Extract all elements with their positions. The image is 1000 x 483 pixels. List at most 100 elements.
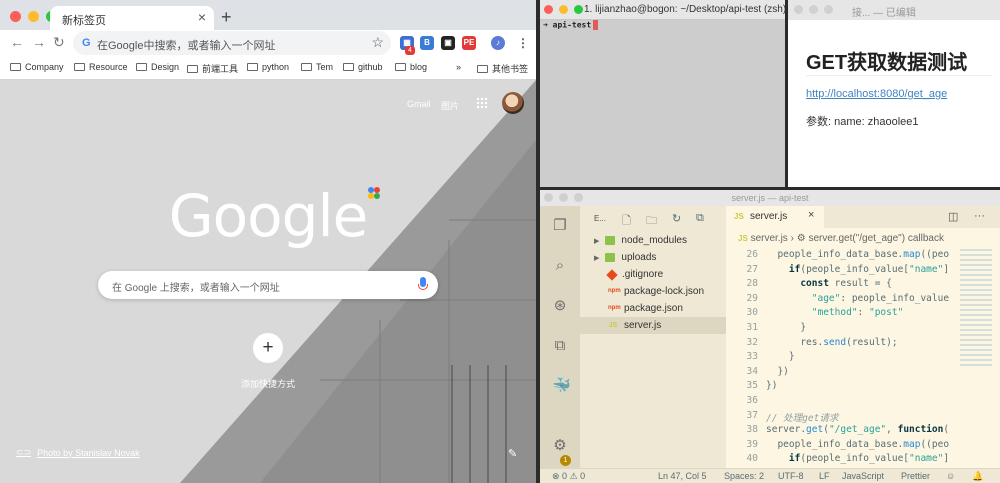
smiley-feedback-icon[interactable]: ☺ [946, 471, 955, 481]
minimap[interactable] [960, 249, 992, 369]
microphone-icon[interactable] [418, 277, 428, 290]
add-shortcut-button[interactable]: + [253, 333, 283, 363]
bookmark-folder[interactable]: 前端工具 [187, 62, 238, 75]
preview-titlebar: 接... — 已编辑 [788, 0, 1000, 20]
file-name: package-lock.json [624, 286, 705, 297]
gmail-link[interactable]: Gmail [407, 99, 431, 109]
code-editor[interactable]: 26 people_info_data_base.map((peo 27 if(p… [726, 249, 1000, 468]
customize-pencil-icon[interactable]: ✎ [508, 447, 517, 460]
bookmark-folder[interactable]: Company [10, 62, 64, 72]
breadcrumb-file[interactable]: server.js [751, 233, 788, 244]
zoom-window-button[interactable] [824, 5, 833, 14]
folder-icon [136, 63, 147, 71]
tab-close-icon[interactable]: × [198, 9, 206, 25]
code-line: 32 res.send(result); [726, 337, 1000, 351]
zoom-window-button[interactable] [574, 5, 583, 14]
bookmark-folder[interactable]: Resource [74, 62, 128, 72]
bookmark-label: github [358, 62, 383, 72]
images-link[interactable]: 图片 [441, 99, 459, 112]
bookmark-folder[interactable]: python [247, 62, 289, 72]
folder-icon [187, 64, 198, 73]
file-tree-item-selected[interactable]: JS server.js [580, 317, 726, 334]
google-search-input[interactable]: 在 Google 上搜索，或者输入一个网址 [98, 271, 438, 299]
bookmark-folder[interactable]: Tem [301, 62, 333, 72]
bookmark-folder[interactable]: github [343, 62, 383, 72]
screenshot-extension-icon[interactable]: ▣ [441, 36, 455, 50]
indentation-status[interactable]: Spaces: 2 [724, 471, 764, 481]
explorer-header: E... [594, 214, 607, 223]
file-tree-item[interactable]: .gitignore [580, 266, 726, 283]
eol-status[interactable]: LF [819, 471, 830, 481]
avatar[interactable] [502, 92, 524, 114]
code-text: server.get("/get_age", function( [766, 424, 950, 436]
symbol-icon: ⚙ [796, 233, 806, 244]
problems-status[interactable]: ⊗ 0 ⚠ 0 [552, 471, 585, 482]
bookmark-folder[interactable]: Design [136, 62, 179, 72]
line-number: 27 [746, 263, 758, 275]
search-icon[interactable]: ⌕ [552, 258, 568, 274]
back-icon[interactable]: ← [10, 34, 24, 50]
source-control-icon[interactable]: ⊛ [552, 298, 568, 314]
minimize-window-button[interactable] [559, 5, 568, 14]
line-number: 35 [746, 380, 758, 392]
new-folder-icon[interactable]: 🗀 [646, 212, 657, 231]
file-tree-item[interactable]: ▶ node_modules [580, 232, 726, 249]
code-line: 30 "method": "post" [726, 307, 1000, 321]
other-bookmarks-folder[interactable]: 其他书签 [477, 62, 528, 75]
line-number: 31 [746, 322, 758, 333]
music-extension-icon[interactable]: ♪ [491, 36, 505, 50]
minimize-window-button[interactable] [809, 5, 818, 14]
folder-icon [247, 63, 258, 71]
editor-tab[interactable]: JS server.js × [726, 206, 824, 228]
code-text: res.send(result); [766, 336, 898, 348]
bookmark-folder[interactable]: blog [395, 62, 427, 72]
collapse-all-icon[interactable]: ⧉ [696, 212, 704, 225]
file-tree-item[interactable]: ▶ uploads [580, 249, 726, 266]
code-text: "age": people_info_value [811, 292, 950, 304]
minimize-window-button[interactable] [28, 11, 39, 22]
bookmarks-overflow-button[interactable]: » [456, 62, 461, 72]
split-editor-icon[interactable]: ◫ [948, 210, 958, 223]
terminal-body[interactable]: ➜ api-test [540, 20, 785, 187]
reload-icon[interactable]: ↻ [53, 34, 65, 51]
folder-icon [477, 64, 488, 73]
file-tree-item[interactable]: npm package.json [580, 300, 726, 317]
close-window-button[interactable] [544, 5, 553, 14]
vscode-window: server.js — api-test ❐ ⌕ ⊛ ⧉ 🐳 ⚙ 1 E... … [540, 190, 1000, 483]
more-actions-icon[interactable]: ··· [974, 210, 985, 222]
terminal-title: 1. lijianzhao@bogon: ~/Desktop/api-test … [584, 4, 785, 15]
line-number: 40 [746, 453, 758, 465]
pdf-extension-icon[interactable]: PE [462, 36, 476, 50]
menu-icon[interactable]: ⋮ [516, 36, 530, 50]
encoding-status[interactable]: UTF-8 [778, 471, 804, 481]
search-placeholder: 在 Google 上搜索，或者输入一个网址 [112, 283, 280, 294]
close-tab-icon[interactable]: × [808, 209, 814, 221]
docker-icon[interactable]: 🐳 [552, 378, 571, 394]
chevron-right-icon: ▶ [594, 254, 600, 262]
breadcrumb-symbol[interactable]: server.get("/get_age") callback [808, 233, 944, 244]
tab-new-tab[interactable]: 新标签页 × [50, 6, 214, 30]
shield-extension-icon[interactable]: B [420, 36, 434, 50]
new-tab-button[interactable]: + [221, 7, 232, 28]
apps-grid-icon[interactable] [476, 97, 488, 109]
close-window-button[interactable] [10, 11, 21, 22]
extensions-icon[interactable]: ⧉ [552, 338, 568, 354]
forward-icon[interactable]: → [32, 34, 46, 50]
language-mode[interactable]: JavaScript [842, 471, 884, 481]
close-window-button[interactable] [794, 5, 803, 14]
param-text: 参数: name: zhaoolee1 [806, 116, 919, 128]
cursor-position[interactable]: Ln 47, Col 5 [658, 471, 707, 481]
omnibox[interactable]: G 在Google中搜索，或者输入一个网址 ☆ [73, 31, 391, 55]
bookmark-star-icon[interactable]: ☆ [371, 34, 384, 51]
api-url-link[interactable]: http://localhost:8080/get_age [806, 88, 947, 100]
explorer-icon[interactable]: ❐ [552, 218, 568, 234]
settings-gear-icon[interactable]: ⚙ [552, 438, 568, 454]
file-tree-item[interactable]: npm package-lock.json [580, 283, 726, 300]
folder-icon [74, 63, 85, 71]
notifications-bell-icon[interactable]: 🔔 [972, 471, 983, 482]
line-number: 32 [746, 336, 758, 348]
prettier-status[interactable]: Prettier [901, 471, 930, 481]
new-file-icon[interactable]: 🗋 [622, 212, 631, 231]
refresh-icon[interactable]: ↻ [672, 212, 681, 225]
photo-credit-link[interactable]: ⊂⊃ Photo by Stanislav Novak [16, 447, 140, 458]
